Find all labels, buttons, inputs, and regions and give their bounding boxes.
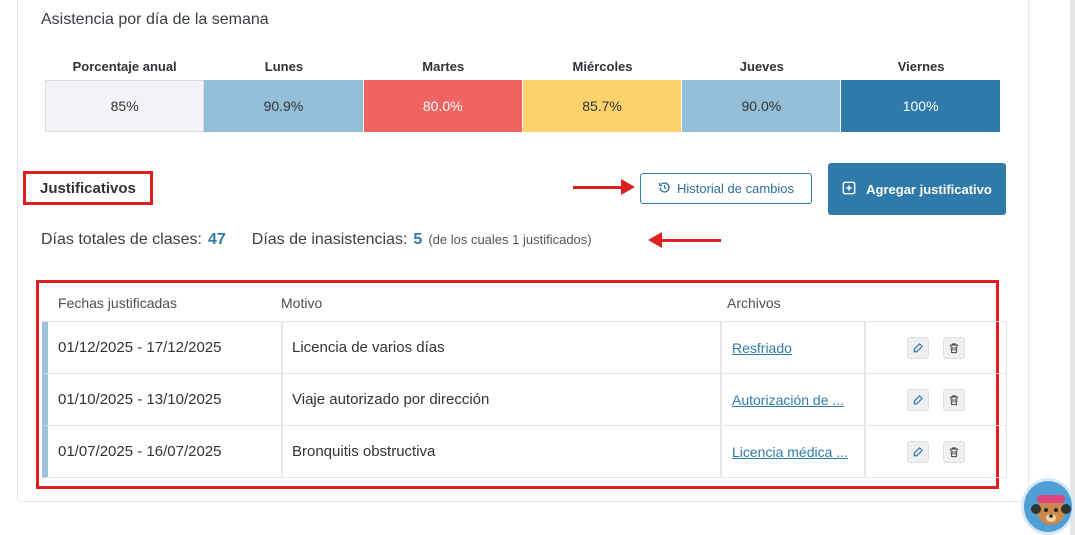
header-reason: Motivo — [281, 295, 323, 311]
table-header: Fechas justificadas Motivo Archivos — [42, 285, 1007, 322]
justifications-table: Fechas justificadas Motivo Archivos 01/1… — [42, 285, 1007, 478]
header-thursday: Jueves — [739, 58, 784, 74]
table-row: 01/12/2025 - 17/12/2025 Licencia de vari… — [42, 322, 1007, 374]
add-button-label: Agregar justificativo — [866, 181, 992, 197]
table-row: 01/10/2025 - 13/10/2025 Viaje autorizado… — [42, 374, 1007, 426]
value-thursday: 90.0% — [682, 80, 842, 132]
annotation-arrow-absences — [648, 232, 721, 248]
total-days-label: Días totales de clases: — [41, 231, 202, 248]
header-dates: Fechas justificadas — [58, 295, 178, 311]
row-file-cell: Licencia médica ... — [720, 426, 866, 477]
row-dates: 01/10/2025 - 13/10/2025 — [48, 374, 283, 425]
trash-icon[interactable] — [943, 388, 965, 411]
header-tuesday: Martes — [422, 58, 465, 74]
scrollbar[interactable] — [1070, 0, 1075, 535]
value-monday: 90.9% — [204, 80, 364, 132]
annotation-arrow-history — [573, 179, 635, 195]
row-actions — [866, 426, 1007, 477]
history-icon — [658, 181, 671, 197]
row-reason: Viaje autorizado por dirección — [292, 391, 490, 408]
row-reason: Licencia de varios días — [292, 339, 445, 356]
row-file-cell: Autorización de ... — [720, 374, 866, 425]
edit-icon[interactable] — [907, 440, 929, 463]
file-link[interactable]: Resfriado — [732, 340, 792, 356]
header-actions — [860, 285, 1007, 321]
file-link[interactable]: Licencia médica ... — [732, 444, 848, 460]
row-file-cell: Resfriado — [720, 322, 866, 373]
header-wednesday: Miércoles — [572, 58, 633, 74]
table-row: 01/07/2025 - 16/07/2025 Bronquitis obstr… — [42, 426, 1007, 478]
plus-square-icon — [842, 181, 856, 198]
history-button-label: Historial de cambios — [676, 181, 795, 196]
value-friday: 100% — [841, 80, 1001, 132]
value-annual: 85% — [45, 80, 205, 132]
attendance-header-row: Porcentaje anual Lunes Martes Miércoles … — [45, 52, 1001, 80]
attendance-title: Asistencia por día de la semana — [41, 11, 269, 28]
header-monday: Lunes — [264, 58, 304, 74]
absences-note: (de los cuales 1 justificados) — [428, 232, 592, 247]
justificativos-title: Justificativos — [23, 171, 153, 205]
justificativos-title-text: Justificativos — [40, 179, 136, 197]
row-dates: 01/07/2025 - 16/07/2025 — [48, 426, 283, 477]
trash-icon[interactable] — [943, 336, 965, 359]
edit-icon[interactable] — [907, 336, 929, 359]
absences-value: 5 — [413, 231, 423, 248]
value-wednesday: 85.7% — [522, 80, 683, 132]
header-annual: Porcentaje anual — [72, 58, 177, 74]
total-days-value: 47 — [207, 231, 226, 248]
absences-label: Días de inasistencias: — [251, 231, 408, 248]
edit-icon[interactable] — [907, 388, 929, 411]
value-tuesday: 80.0% — [363, 80, 523, 132]
header-files: Archivos — [727, 295, 781, 311]
attendance-by-weekday-table: Porcentaje anual Lunes Martes Miércoles … — [45, 52, 1001, 132]
attendance-values-row: 85% 90.9% 80.0% 85.7% 90.0% 100% — [45, 80, 1001, 132]
row-actions — [866, 322, 1007, 373]
row-dates: 01/12/2025 - 17/12/2025 — [48, 322, 283, 373]
row-actions — [866, 374, 1007, 425]
header-friday: Viernes — [897, 58, 945, 74]
history-button[interactable]: Historial de cambios — [640, 173, 812, 204]
assistant-avatar[interactable] — [1021, 478, 1075, 535]
attendance-stats: Días totales de clases: 47 Días de inasist… — [41, 231, 592, 249]
row-reason: Bronquitis obstructiva — [292, 443, 436, 460]
file-link[interactable]: Autorización de ... — [732, 392, 844, 408]
add-justification-button[interactable]: Agregar justificativo — [828, 163, 1006, 215]
trash-icon[interactable] — [943, 440, 965, 463]
